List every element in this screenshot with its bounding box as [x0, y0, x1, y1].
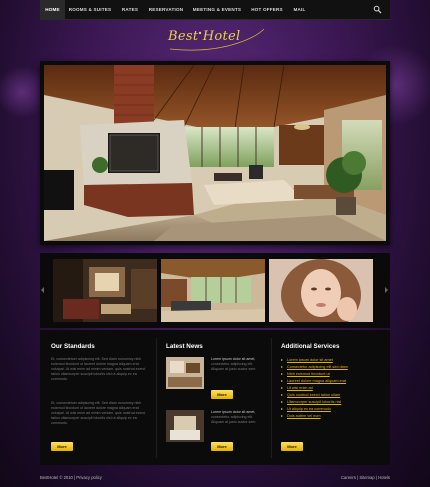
thumbnail-portrait[interactable]	[269, 259, 373, 322]
nav-item-meetings[interactable]: Meeting & Events	[187, 0, 247, 19]
news-more-button-1[interactable]: More	[211, 390, 233, 399]
services-link[interactable]: Lorem ipsum dolor sit amet	[281, 357, 386, 364]
nav-item-hot-offers[interactable]: Hot Offers	[247, 0, 287, 19]
services-link[interactable]: Ullamcorper suscipit lobortis nisl	[281, 399, 386, 406]
thumbnail-strip	[40, 253, 390, 328]
services-more-button[interactable]: More	[281, 442, 303, 451]
news-item-1-lead: Lorem ipsum dolor sit amet,	[211, 357, 256, 361]
news-title: Latest News	[166, 343, 203, 350]
nav-item-home[interactable]: Home	[40, 0, 65, 19]
nav-item-mail[interactable]: Mail	[287, 0, 312, 19]
services-title: Additional Services	[281, 343, 340, 350]
footer-copyright[interactable]: BestHotel © 2010 | Privacy policy	[40, 471, 102, 485]
footer: BestHotel © 2010 | Privacy policy Career…	[40, 471, 390, 487]
news-item-2-text: consectetur adipiscing elit. Aliquam at …	[211, 415, 257, 424]
news-item-2: Lorem ipsum dolor sit amet, consectetur …	[211, 410, 266, 425]
standards-paragraph-1: Et, consectetuer adipiscing elit. Sed di…	[51, 357, 146, 381]
search-icon[interactable]	[373, 5, 382, 14]
standards-paragraph-2: Et, consectetuer adipiscing elit. Sed di…	[51, 401, 146, 425]
hero-image	[44, 65, 386, 241]
thumbnail-sunroom[interactable]	[161, 259, 265, 322]
content-panel: Our Standards Et, consectetuer adipiscin…	[40, 330, 390, 465]
services-link[interactable]: Duis autem vel eum	[281, 413, 386, 420]
logo-swirl	[169, 28, 265, 51]
services-link[interactable]: Nibh euismod tincidunt ut	[281, 371, 386, 378]
services-link[interactable]: Ut aliquip ex ea commodo	[281, 406, 386, 413]
thumbnail-interior[interactable]	[53, 259, 157, 322]
next-arrow-icon[interactable]	[385, 287, 388, 293]
column-divider	[156, 338, 157, 458]
news-item-1-text: consectetur adipiscing elit. Aliquam at …	[211, 362, 257, 371]
standards-title: Our Standards	[51, 343, 95, 350]
services-link[interactable]: Laoreet dolore magna aliquam erat	[281, 378, 386, 385]
news-more-button-2[interactable]: More	[211, 442, 233, 451]
news-item-2-lead: Lorem ipsum dolor sit amet,	[211, 410, 256, 414]
nav-item-rates[interactable]: Rates	[115, 0, 145, 19]
footer-links[interactable]: Careers | Sitemap | Hotels	[341, 471, 390, 485]
services-link[interactable]: Ut wisi enim ad	[281, 385, 386, 392]
top-nav: Home Rooms & Suites Rates Reservation Me…	[40, 0, 390, 20]
column-divider-2	[271, 338, 272, 458]
services-link[interactable]: Consectetur adipiscing elit sed diam	[281, 364, 386, 371]
logo[interactable]: Best Hotel	[168, 27, 268, 55]
hero-slideshow[interactable]	[40, 61, 390, 245]
services-list: Lorem ipsum dolor sit amet Consectetur a…	[281, 357, 386, 420]
standards-more-button[interactable]: More	[51, 442, 73, 451]
nav-item-reservation[interactable]: Reservation	[145, 0, 187, 19]
news-item-1: Lorem ipsum dolor sit amet, consectetur …	[211, 357, 266, 372]
news-image-2[interactable]	[166, 410, 204, 442]
news-image-1[interactable]	[166, 357, 204, 389]
prev-arrow-icon[interactable]	[41, 287, 44, 293]
services-link[interactable]: Quis nostrud exerci tation ullam	[281, 392, 386, 399]
nav-item-rooms[interactable]: Rooms & Suites	[65, 0, 115, 19]
